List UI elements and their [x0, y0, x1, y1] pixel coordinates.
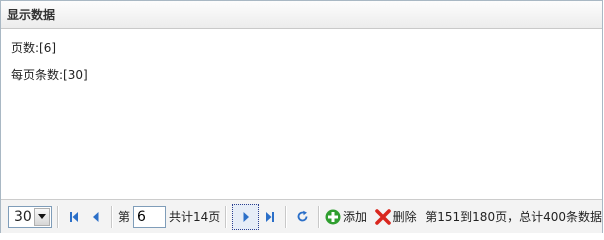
first-page-icon	[70, 211, 79, 222]
delete-button[interactable]: 删除	[374, 208, 417, 225]
add-icon	[325, 209, 341, 224]
delete-button-label: 删除	[392, 210, 417, 224]
add-button-label: 添加	[343, 210, 368, 224]
add-button[interactable]: 添加	[325, 208, 367, 225]
separator	[225, 205, 228, 228]
delete-icon	[374, 208, 391, 225]
page-size-select[interactable]: 30	[8, 205, 53, 228]
separator	[111, 205, 113, 228]
separator	[285, 205, 288, 228]
chevron-down-icon	[38, 214, 47, 219]
pagination-status: 第151到180页，总计400条数据	[425, 210, 602, 224]
refresh-button[interactable]	[292, 206, 313, 228]
panel-body: 页数:[6] 每页条数:[30]	[1, 29, 602, 200]
panel-header: 显示数据	[1, 1, 602, 29]
page-size-dropdown-button[interactable]	[34, 207, 51, 226]
page-count-text: 页数:[6]	[11, 41, 57, 55]
prev-page-button[interactable]	[85, 206, 106, 228]
last-page-icon	[265, 211, 274, 222]
separator	[57, 205, 59, 228]
page-prefix-label: 第	[117, 210, 130, 224]
next-page-button[interactable]	[232, 203, 260, 230]
rows-per-page-text: 每页条数:[30]	[11, 68, 88, 82]
current-page-input[interactable]	[132, 205, 166, 228]
total-pages-label: 共计14页	[168, 210, 221, 224]
refresh-icon	[297, 210, 308, 222]
next-page-icon	[243, 211, 249, 222]
separator	[318, 205, 320, 228]
pagination-toolbar: 30 第 共计14页	[1, 200, 602, 233]
panel-title: 显示数据	[7, 8, 56, 22]
prev-page-icon	[92, 211, 98, 222]
first-page-button[interactable]	[64, 206, 85, 228]
data-panel: 显示数据 页数:[6] 每页条数:[30] 30 第 共计14页	[0, 0, 603, 233]
last-page-button[interactable]	[259, 206, 280, 228]
